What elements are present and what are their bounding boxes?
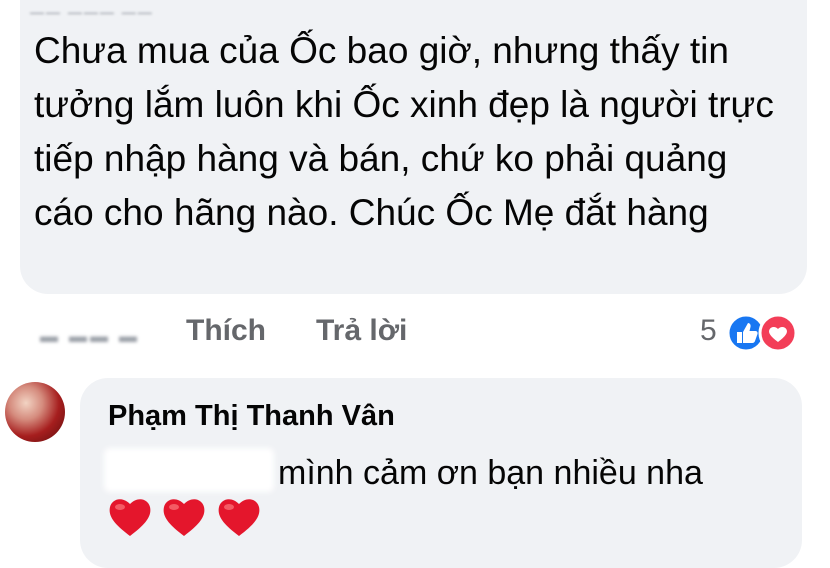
heart-icon: [164, 499, 205, 536]
comment-actions: ▬ ▬▬ ▬ Thích Trả lời 5: [0, 308, 830, 358]
reaction-count[interactable]: 5: [700, 314, 717, 348]
heart-icon: [758, 313, 798, 353]
heart-icon: [109, 499, 151, 536]
blurred-timestamp: ▬ ▬▬ ▬: [40, 326, 141, 346]
blurred-mention: [104, 448, 274, 492]
reaction-icons[interactable]: [726, 313, 806, 353]
reply-button[interactable]: Trả lời: [316, 314, 407, 348]
like-button[interactable]: Thích: [186, 314, 266, 348]
blurred-commenter-name: ▬▬ ▬▬▬ ▬▬: [30, 4, 154, 14]
reply-author-name[interactable]: Phạm Thị Thanh Vân: [108, 400, 395, 433]
reply-emoji-row: [106, 494, 265, 544]
reply-text: mình cảm ơn bạn nhiều nha: [278, 454, 703, 492]
heart-icon: [218, 499, 260, 536]
comment-text: Chưa mua của Ốc bao giờ, nhưng thấy tin …: [34, 30, 774, 233]
reply-bubble: Phạm Thị Thanh Vân mình cảm ơn bạn nhiều…: [80, 378, 802, 568]
avatar[interactable]: [5, 382, 65, 442]
